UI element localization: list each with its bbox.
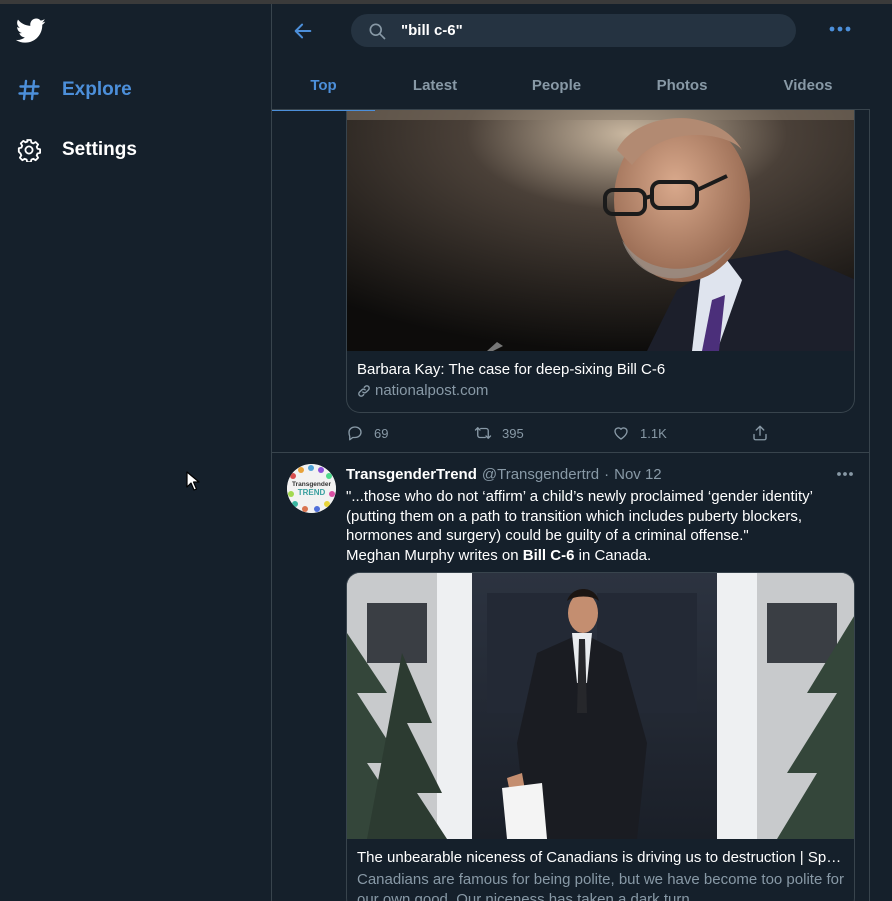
sidebar-item-label: Explore (62, 79, 132, 100)
retweet-button[interactable]: 395 (474, 424, 524, 442)
more-options-icon[interactable] (828, 22, 852, 36)
search-icon (369, 23, 386, 39)
search-tabs: Top Latest People Photos Videos (272, 60, 870, 111)
avatar-text-bottom: TREND (298, 488, 326, 497)
heart-icon (614, 427, 628, 440)
tweet-text-prefix: Meghan Murphy writes on (346, 546, 519, 564)
tweet-text: "...those who do not ‘affirm’ a child’s … (346, 487, 846, 565)
author-name[interactable]: TransgenderTrend (346, 466, 477, 483)
back-arrow-icon[interactable] (292, 20, 314, 42)
avatar-text-top: Transgender (292, 481, 331, 488)
search-bar[interactable] (351, 14, 796, 47)
tweet-text-line: Meghan Murphy writes on Bill C-6 in Cana… (346, 546, 846, 566)
share-button[interactable] (751, 424, 769, 442)
header-separator: · (604, 466, 610, 483)
tab-videos[interactable]: Videos (746, 60, 870, 110)
author-handle[interactable]: @Transgendertrd (482, 466, 599, 483)
article-photo (347, 573, 854, 839)
column-divider-right (869, 110, 870, 901)
card-title: The unbearable niceness of Canadians is … (357, 849, 844, 866)
card-domain: nationalpost.com (357, 382, 844, 399)
card-description: Canadians are famous for being polite, b… (357, 871, 844, 901)
twitter-logo-icon[interactable] (16, 18, 46, 44)
avatar[interactable]: Transgender TREND (287, 464, 336, 513)
article-photo (347, 110, 854, 351)
card-title: Barbara Kay: The case for deep-sixing Bi… (357, 361, 666, 378)
reply-count: 69 (374, 425, 389, 441)
retweet-count: 395 (502, 425, 524, 441)
tab-latest[interactable]: Latest (375, 60, 495, 110)
tab-people[interactable]: People (495, 60, 618, 110)
retweet-icon (474, 427, 492, 439)
like-button[interactable]: 1.1K (612, 424, 667, 442)
card-domain-text: nationalpost.com (375, 382, 489, 399)
tab-top[interactable]: Top (272, 60, 375, 111)
mouse-cursor-icon (186, 471, 200, 491)
header-divider (272, 109, 870, 110)
link-icon (358, 384, 370, 397)
card-body: The unbearable niceness of Canadians is … (347, 839, 854, 901)
reply-icon (348, 426, 362, 441)
sidebar: Explore Settings (0, 4, 271, 901)
tweet-quote: "...those who do not ‘affirm’ a child’s … (346, 488, 813, 544)
sidebar-item-label: Settings (62, 139, 137, 160)
tweet-highlight: Bill C-6 (522, 546, 575, 564)
search-header: Top Latest People Photos Videos (272, 4, 892, 111)
link-card[interactable]: The unbearable niceness of Canadians is … (346, 572, 855, 901)
search-input[interactable] (401, 22, 781, 39)
card-body: Barbara Kay: The case for deep-sixing Bi… (347, 351, 854, 409)
tweet-divider (272, 452, 869, 453)
link-card[interactable]: Barbara Kay: The case for deep-sixing Bi… (346, 110, 855, 413)
tweet-text-suffix: in Canada. (578, 546, 652, 564)
tweet-actions: 69 395 1.1K (346, 422, 786, 444)
gear-icon (16, 137, 42, 163)
tweet-header: TransgenderTrend @Transgendertrd · Nov 1… (346, 466, 662, 483)
more-options-icon[interactable] (836, 468, 854, 480)
share-icon (753, 425, 767, 441)
hashtag-icon (16, 77, 42, 103)
like-count: 1.1K (640, 425, 667, 441)
tweet-date[interactable]: Nov 12 (614, 466, 662, 483)
reply-button[interactable]: 69 (346, 424, 388, 442)
sidebar-item-settings[interactable]: Settings (16, 135, 137, 165)
sidebar-item-explore[interactable]: Explore (16, 75, 132, 105)
tab-photos[interactable]: Photos (618, 60, 746, 110)
